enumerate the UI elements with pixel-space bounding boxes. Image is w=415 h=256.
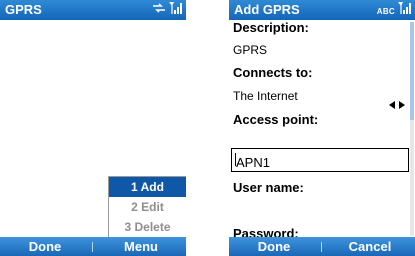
screen-title: Add GPRS bbox=[234, 2, 300, 17]
connects-to-label: Connects to: bbox=[233, 65, 313, 80]
gprs-screen: GPRS 1 Add 2 Edit 3 Delete Done Menu bbox=[0, 0, 186, 256]
scrollbar-thumb[interactable] bbox=[410, 22, 414, 120]
data-connection-icon bbox=[152, 1, 166, 19]
menu-item-add[interactable]: 1 Add bbox=[109, 177, 186, 197]
signal-strength-icon bbox=[169, 1, 182, 20]
menu-softkey[interactable]: Menu bbox=[96, 237, 186, 256]
add-gprs-screen: Add GPRS ABC Description: GPRS Connects … bbox=[229, 0, 415, 256]
right-arrow-icon[interactable] bbox=[399, 101, 405, 109]
context-menu: 1 Add 2 Edit 3 Delete bbox=[108, 176, 186, 238]
access-point-label: Access point: bbox=[233, 112, 319, 127]
connects-to-value[interactable]: The Internet bbox=[233, 89, 298, 103]
menu-item-edit[interactable]: 2 Edit bbox=[109, 197, 186, 217]
softkey-bar: Done Cancel bbox=[229, 237, 415, 256]
title-bar: Add GPRS ABC bbox=[229, 0, 415, 20]
access-point-value: APN1 bbox=[235, 153, 270, 170]
menu-item-delete[interactable]: 3 Delete bbox=[109, 217, 186, 237]
user-name-label: User name: bbox=[233, 180, 304, 195]
connects-to-arrows[interactable] bbox=[389, 101, 405, 109]
status-icons: ABC bbox=[376, 1, 411, 20]
done-softkey[interactable]: Done bbox=[0, 237, 90, 256]
softkey-divider bbox=[92, 242, 93, 252]
signal-strength-icon bbox=[398, 1, 411, 20]
softkey-bar: Done Menu bbox=[0, 237, 186, 256]
status-icons bbox=[152, 1, 182, 20]
left-arrow-icon[interactable] bbox=[389, 101, 395, 109]
description-value[interactable]: GPRS bbox=[233, 43, 267, 57]
done-softkey[interactable]: Done bbox=[229, 237, 319, 256]
title-bar: GPRS bbox=[0, 0, 186, 20]
softkey-divider bbox=[321, 242, 322, 252]
input-mode-indicator: ABC bbox=[376, 7, 395, 16]
scrollbar[interactable] bbox=[410, 22, 414, 236]
settings-form: Description: GPRS Connects to: The Inter… bbox=[229, 20, 415, 241]
description-label: Description: bbox=[233, 20, 309, 35]
screen-title: GPRS bbox=[5, 2, 42, 17]
cancel-softkey[interactable]: Cancel bbox=[325, 237, 415, 256]
access-point-input[interactable]: APN1 bbox=[231, 148, 409, 172]
